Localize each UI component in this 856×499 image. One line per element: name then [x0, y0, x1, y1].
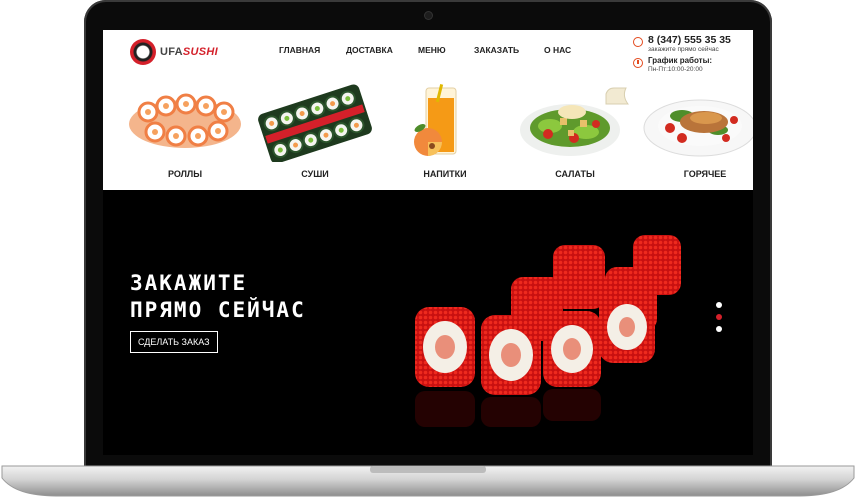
nav-home[interactable]: ГЛАВНАЯ — [279, 45, 320, 55]
logo-text: UFASUSHI — [160, 46, 219, 58]
hot-dishes-image — [643, 99, 753, 157]
category-label: НАПИТКИ — [423, 169, 467, 179]
slider-dot-1[interactable] — [716, 302, 722, 308]
site-logo[interactable]: UFASUSHI — [130, 36, 220, 70]
camera-icon — [425, 12, 432, 19]
category-label: РОЛЛЫ — [167, 169, 203, 179]
slider-dot-2[interactable] — [716, 314, 722, 320]
phone-icon — [633, 37, 643, 47]
laptop-base — [1, 465, 855, 497]
category-sushi[interactable]: СУШИ — [250, 78, 380, 190]
phone-number[interactable]: 8 (347) 555 35 35 — [648, 34, 731, 46]
drinks-image — [414, 84, 457, 156]
nav-delivery[interactable]: ДОСТАВКА — [346, 45, 393, 55]
category-strip: РОЛЛЫ СУШИ НАПИТКИ САЛАТЫ ГОРЯЧЕЕ — [103, 78, 753, 190]
salads-image — [520, 87, 629, 156]
category-rolls[interactable]: РОЛЛЫ — [120, 78, 250, 190]
order-now-button[interactable]: СДЕЛАТЬ ЗАКАЗ — [130, 331, 218, 353]
category-hot[interactable]: ГОРЯЧЕЕ — [640, 78, 753, 190]
slider-dot-3[interactable] — [716, 326, 722, 332]
site-header: UFASUSHI ГЛАВНАЯ ДОСТАВКА МЕНЮ ЗАКАЗАТЬ … — [103, 30, 753, 78]
category-drinks[interactable]: НАПИТКИ — [380, 78, 510, 190]
hours-title: График работы: — [648, 56, 713, 65]
rolls-image — [129, 93, 241, 148]
category-label: САЛАТЫ — [555, 169, 595, 179]
nav-menu[interactable]: МЕНЮ — [418, 45, 446, 55]
category-label: ГОРЯЧЕЕ — [683, 169, 727, 179]
clock-icon — [633, 58, 643, 68]
contact-block: 8 (347) 555 35 35 закажите прямо сейчас … — [633, 34, 751, 76]
category-salads[interactable]: САЛАТЫ — [510, 78, 640, 190]
nav-order[interactable]: ЗАКАЗАТЬ — [474, 45, 519, 55]
hero-title: ЗАКАЖИТЕ ПРЯМО СЕЙЧАС — [130, 271, 306, 322]
sushi-rolls-image — [415, 235, 681, 427]
nav-about[interactable]: О НАС — [544, 45, 571, 55]
phone-caption: закажите прямо сейчас — [648, 46, 719, 53]
slider-dots — [716, 302, 724, 332]
category-label: СУШИ — [301, 169, 329, 179]
hero-slider: ЗАКАЖИТЕ ПРЯМО СЕЙЧАС СДЕЛАТЬ ЗАКАЗ — [103, 190, 753, 455]
hours-value: Пн-Пт:10:00-20:00 — [648, 66, 703, 73]
logo-emblem-icon — [130, 39, 156, 65]
website-screen: UFASUSHI ГЛАВНАЯ ДОСТАВКА МЕНЮ ЗАКАЗАТЬ … — [103, 30, 753, 455]
sushi-image — [258, 84, 372, 162]
